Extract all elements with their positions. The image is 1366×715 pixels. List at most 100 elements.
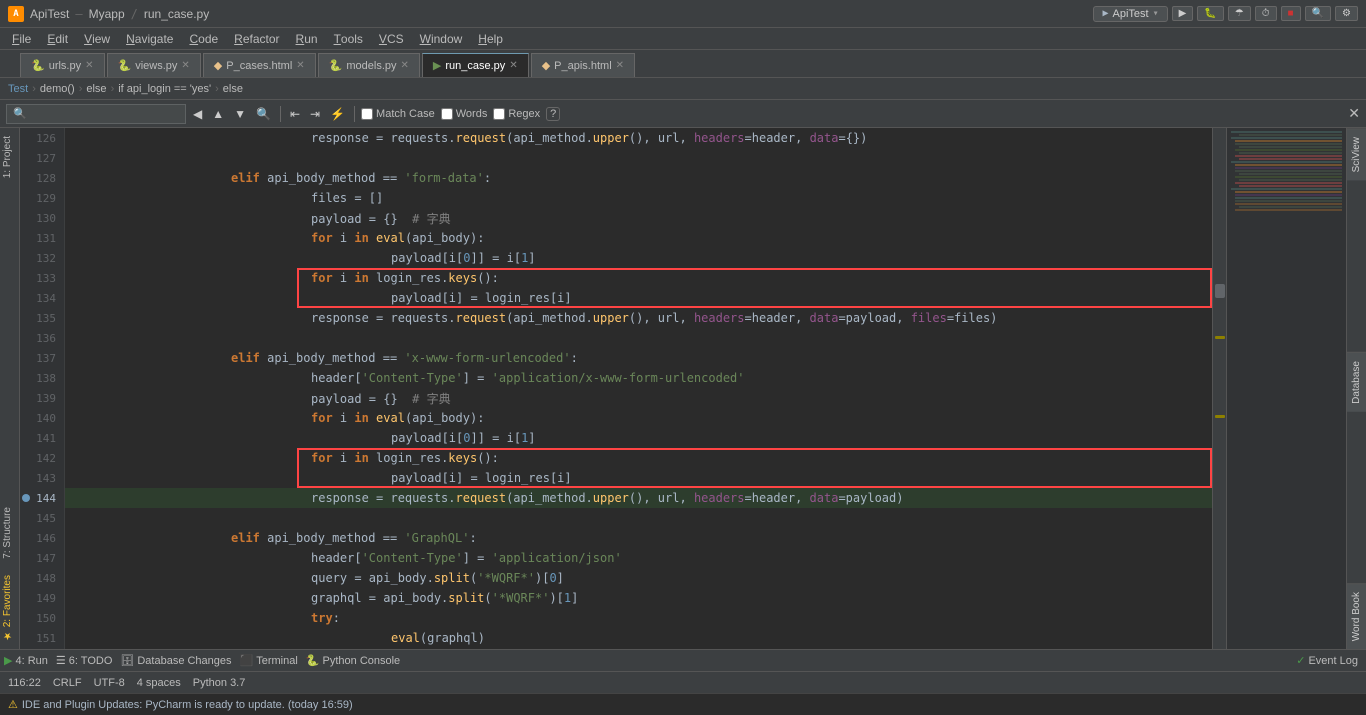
tab-run-case-py[interactable]: ▶ run_case.py ✕: [422, 53, 529, 77]
code-line-134[interactable]: payload[i] = login_res[i]: [65, 288, 1212, 308]
code-line-149[interactable]: graphql = api_body.split('*WQRF*')[1]: [65, 588, 1212, 608]
sciview-panel-button[interactable]: SciView: [1347, 128, 1366, 180]
project-panel-button[interactable]: 1: Project: [0, 128, 19, 186]
profile-button[interactable]: ⏱: [1255, 6, 1277, 21]
tab-close-icon[interactable]: ✕: [401, 60, 409, 71]
search-close-button[interactable]: ✕: [1348, 105, 1360, 122]
structure-panel-button[interactable]: 7: Structure: [0, 499, 19, 567]
code-line-142[interactable]: for i in login_res.keys():: [65, 448, 1212, 468]
code-line-150[interactable]: try:: [65, 608, 1212, 628]
match-case-checkbox[interactable]: Match Case: [361, 108, 435, 120]
menu-vcs[interactable]: VCS: [371, 28, 412, 49]
search-everywhere-button[interactable]: 🔍: [1305, 6, 1331, 21]
breadcrumb-item[interactable]: demo(): [40, 83, 75, 95]
terminal-button[interactable]: ⬛ Terminal: [240, 654, 298, 667]
breadcrumb-item[interactable]: else: [86, 83, 106, 95]
code-line-137[interactable]: elif api_body_method == 'x-www-form-urle…: [65, 348, 1212, 368]
code-area[interactable]: response = requests.request(api_method.u…: [65, 128, 1212, 649]
tab-icon: 🐍: [31, 59, 45, 72]
breadcrumb-item[interactable]: Test: [8, 83, 28, 95]
debug-button[interactable]: 🐛: [1197, 6, 1223, 21]
code-line-135[interactable]: response = requests.request(api_method.u…: [65, 308, 1212, 328]
tab-p-apis-html[interactable]: ◆ P_apis.html ✕: [531, 53, 635, 77]
run-tool-button[interactable]: ▶ 4: Run: [4, 654, 48, 667]
code-line-132[interactable]: payload[i[0]] = i[1]: [65, 248, 1212, 268]
menu-tools[interactable]: Tools: [326, 28, 371, 49]
tab-close-icon[interactable]: ✕: [616, 60, 624, 71]
tab-views-py[interactable]: 🐍 views.py ✕: [107, 53, 201, 77]
menu-file[interactable]: File: [4, 28, 39, 49]
code-line-145[interactable]: [65, 508, 1212, 528]
favorites-panel-button[interactable]: ★ 2: Favorites: [0, 567, 19, 649]
help-icon[interactable]: ?: [546, 107, 560, 121]
database-panel-button[interactable]: Database: [1347, 352, 1366, 412]
code-line-138[interactable]: header['Content-Type'] = 'application/x-…: [65, 368, 1212, 388]
code-line-133[interactable]: for i in login_res.keys():: [65, 268, 1212, 288]
code-line-140[interactable]: for i in eval(api_body):: [65, 408, 1212, 428]
menu-window[interactable]: Window: [412, 28, 471, 49]
word-book-panel-button[interactable]: Word Book: [1347, 583, 1366, 649]
code-line-127[interactable]: [65, 148, 1212, 168]
move-right-button[interactable]: ⇥: [307, 107, 323, 121]
settings-button[interactable]: ⚙: [1335, 6, 1358, 21]
tab-models-py[interactable]: 🐍 models.py ✕: [318, 53, 420, 77]
code-line-129[interactable]: files = []: [65, 188, 1212, 208]
menu-navigate[interactable]: Navigate: [118, 28, 181, 49]
menu-refactor[interactable]: Refactor: [226, 28, 287, 49]
tab-close-icon[interactable]: ✕: [509, 60, 517, 71]
status-line-sep[interactable]: CRLF: [53, 677, 82, 689]
code-line-144[interactable]: response = requests.request(api_method.u…: [65, 488, 1212, 508]
code-line-148[interactable]: query = api_body.split('*WQRF*')[0]: [65, 568, 1212, 588]
coverage-button[interactable]: ☂: [1228, 6, 1251, 21]
next-match-button[interactable]: ▲: [209, 107, 227, 121]
menu-help[interactable]: Help: [470, 28, 511, 49]
tab-p-cases-html[interactable]: ◆ P_cases.html ✕: [203, 53, 316, 77]
regex-checkbox[interactable]: Regex: [493, 108, 540, 120]
code-line-131[interactable]: for i in eval(api_body):: [65, 228, 1212, 248]
menu-edit[interactable]: Edit: [39, 28, 76, 49]
python-console-button[interactable]: 🐍 Python Console: [306, 654, 400, 667]
status-encoding[interactable]: UTF-8: [94, 677, 125, 689]
tab-urls-py[interactable]: 🐍 urls.py ✕: [20, 53, 105, 77]
filter-button[interactable]: ⚡: [327, 107, 348, 121]
code-line-147[interactable]: header['Content-Type'] = 'application/js…: [65, 548, 1212, 568]
run-icon: ▶: [1102, 8, 1108, 19]
code-line-141[interactable]: payload[i[0]] = i[1]: [65, 428, 1212, 448]
run-button[interactable]: ▶: [1172, 6, 1194, 21]
code-line-126[interactable]: response = requests.request(api_method.u…: [65, 128, 1212, 148]
menu-code[interactable]: Code: [181, 28, 226, 49]
breadcrumb-item[interactable]: if api_login == 'yes': [118, 83, 211, 95]
breadcrumb-item[interactable]: else: [223, 83, 243, 95]
todo-tool-button[interactable]: ☰ 6: TODO: [56, 654, 112, 667]
code-line-151[interactable]: eval(graphql): [65, 628, 1212, 648]
line-numbers: 126 127 128 129 130 131 132 133 134 135 …: [20, 128, 65, 649]
move-left-button[interactable]: ⇤: [287, 107, 303, 121]
menu-view[interactable]: View: [76, 28, 118, 49]
status-python[interactable]: Python 3.7: [193, 677, 246, 689]
code-line-128[interactable]: elif api_body_method == 'form-data':: [65, 168, 1212, 188]
title-bar-right: ▶ ApiTest ▾ ▶ 🐛 ☂ ⏱ ■ 🔍 ⚙: [1093, 6, 1358, 22]
code-line-152[interactable]: except:: [65, 648, 1212, 649]
minimap: [1226, 128, 1346, 649]
down-match-button[interactable]: ▼: [231, 107, 249, 121]
code-line-136[interactable]: [65, 328, 1212, 348]
words-checkbox[interactable]: Words: [441, 108, 488, 120]
code-line-139[interactable]: payload = {} # 字典: [65, 388, 1212, 408]
scroll-thumb[interactable]: [1215, 284, 1225, 298]
status-indent[interactable]: 4 spaces: [137, 677, 181, 689]
stop-button[interactable]: ■: [1281, 6, 1301, 21]
tab-close-icon[interactable]: ✕: [85, 60, 93, 71]
db-changes-button[interactable]: 🗄 Database Changes: [120, 654, 231, 667]
search-input[interactable]: [6, 104, 186, 124]
event-log-button[interactable]: ✓ Event Log: [1296, 654, 1358, 667]
tab-close-icon[interactable]: ✕: [181, 60, 189, 71]
code-line-146[interactable]: elif api_body_method == 'GraphQL':: [65, 528, 1212, 548]
code-line-143[interactable]: payload[i] = login_res[i]: [65, 468, 1212, 488]
tab-close-icon[interactable]: ✕: [296, 60, 304, 71]
find-button[interactable]: 🔍: [253, 107, 274, 121]
run-config-selector[interactable]: ▶ ApiTest ▾: [1093, 6, 1167, 22]
vertical-scrollbar[interactable]: [1212, 128, 1226, 649]
prev-match-button[interactable]: ◀: [190, 107, 205, 121]
menu-run[interactable]: Run: [288, 28, 326, 49]
code-line-130[interactable]: payload = {} # 字典: [65, 208, 1212, 228]
